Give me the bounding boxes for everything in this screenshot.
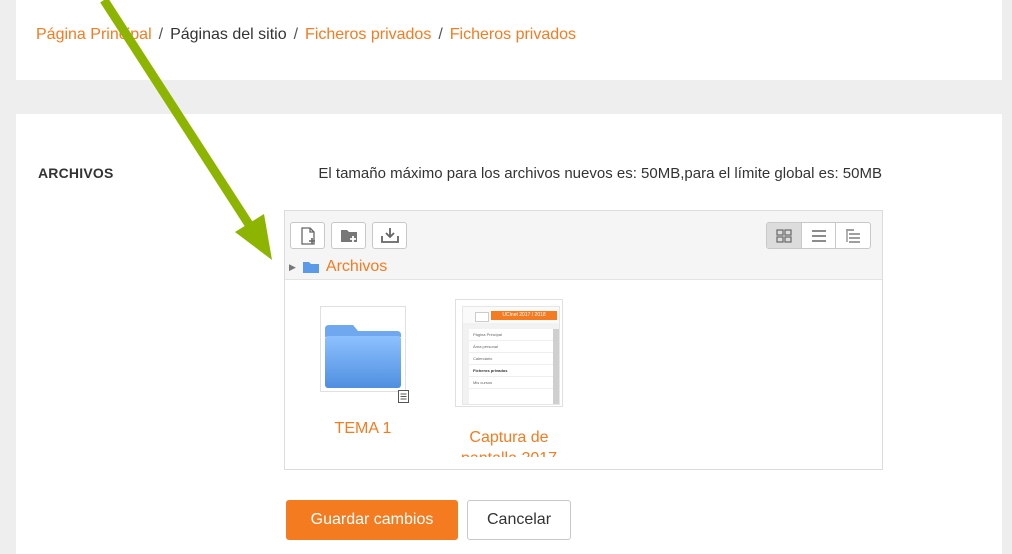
cancel-button[interactable]: Cancelar bbox=[467, 500, 571, 540]
view-toggle-group bbox=[766, 222, 871, 249]
path-bar: ▶ Archivos bbox=[289, 258, 387, 276]
breadcrumb-link-home[interactable]: Página Principal bbox=[36, 26, 152, 43]
add-file-button[interactable] bbox=[290, 222, 325, 249]
download-all-button[interactable] bbox=[372, 222, 407, 249]
breadcrumb-link-private-files-current[interactable]: Ficheros privados bbox=[450, 26, 576, 43]
new-folder-icon bbox=[340, 230, 357, 242]
list-view-button[interactable] bbox=[802, 223, 837, 248]
breadcrumb-card: Página Principal / Páginas del sitio / Fiche… bbox=[16, 0, 1002, 80]
icons-view-icon bbox=[776, 228, 792, 243]
path-link-archivos[interactable]: Archivos bbox=[326, 258, 387, 276]
image-thumbnail: UCInet 2017 / 2018 Página Principal Área… bbox=[455, 299, 563, 407]
screenshot-preview: UCInet 2017 / 2018 Página Principal Área… bbox=[462, 306, 560, 405]
expand-triangle-icon[interactable]: ▶ bbox=[289, 262, 296, 273]
file-item-name: TEMA 1 bbox=[334, 420, 392, 437]
save-changes-button[interactable]: Guardar cambios bbox=[286, 500, 458, 540]
list-view-icon bbox=[811, 229, 826, 242]
breadcrumb-separator: / bbox=[158, 26, 164, 43]
folder-thumbnail bbox=[320, 306, 409, 403]
max-size-info: El tamaño máximo para los archivos nuevo… bbox=[318, 165, 882, 182]
icons-view-button[interactable] bbox=[767, 223, 802, 248]
tree-view-icon bbox=[846, 228, 861, 243]
file-item-name: Captura de pantalla 2017 bbox=[461, 429, 557, 457]
breadcrumb-separator: / bbox=[293, 26, 299, 43]
add-file-icon bbox=[300, 226, 315, 245]
breadcrumb-separator: / bbox=[438, 26, 443, 43]
file-item-image[interactable]: UCInet 2017 / 2018 Página Principal Área… bbox=[449, 299, 569, 457]
preview-menu: Página Principal Área personal Calendari… bbox=[469, 329, 553, 404]
file-item-folder[interactable]: TEMA 1 bbox=[303, 306, 423, 448]
breadcrumb-link-private-files[interactable]: Ficheros privados bbox=[305, 26, 431, 43]
files-section-label: ARCHIVOS bbox=[38, 165, 114, 181]
download-icon bbox=[380, 228, 399, 243]
folder-icon bbox=[302, 262, 319, 273]
tree-view-button[interactable] bbox=[836, 223, 870, 248]
folder-large-icon bbox=[325, 325, 401, 388]
preview-brand: UCInet 2017 / 2018 bbox=[491, 311, 557, 320]
breadcrumb-item-site-pages: Páginas del sitio bbox=[170, 26, 287, 43]
create-folder-button[interactable] bbox=[331, 222, 366, 249]
file-details-icon bbox=[398, 390, 409, 403]
breadcrumb: Página Principal / Páginas del sitio / Fiche… bbox=[36, 26, 576, 44]
file-manager-toolbar: ▶ Archivos bbox=[285, 211, 882, 280]
file-manager: ▶ Archivos TEMA 1 UCInet 2017 / 2018 Pág… bbox=[284, 210, 883, 470]
